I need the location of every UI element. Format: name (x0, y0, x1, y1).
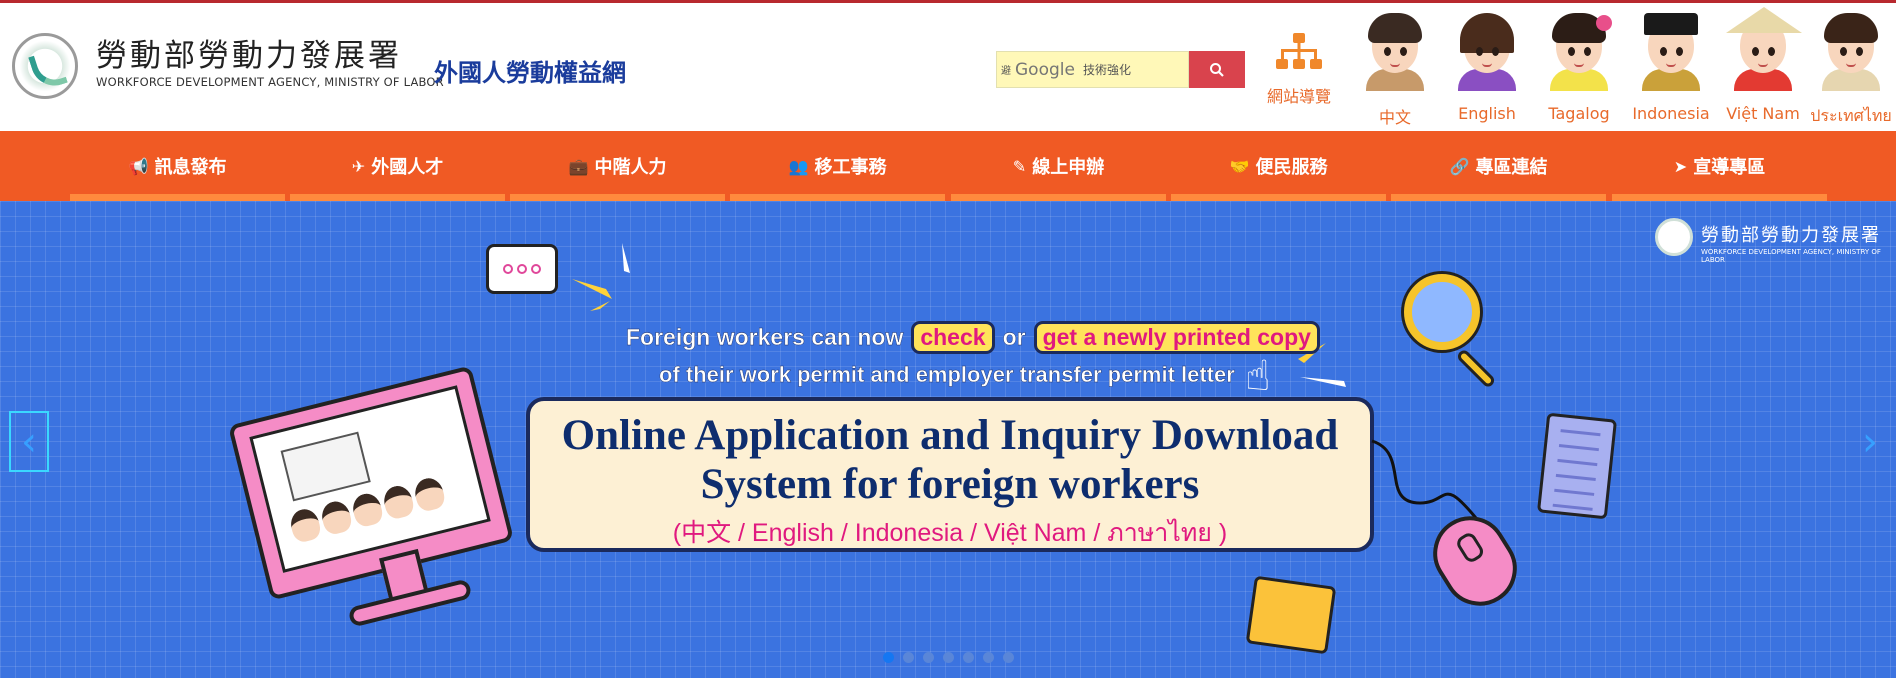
nav-item-label: 移工事務 (814, 157, 887, 178)
watermark-en: WORKFORCE DEVELOPMENT AGENCY, MINISTRY O… (1701, 248, 1881, 264)
lang-zh[interactable]: 中文 (1350, 7, 1440, 128)
users-icon: 👥 (788, 156, 809, 176)
nav-item-news[interactable]: 📢 訊息發布 (70, 131, 285, 201)
sitemap-label: 網站導覽 (1266, 87, 1331, 106)
site-title[interactable]: 外國人勞動權益網 (434, 53, 626, 88)
nav-item-label: 外國人才 (371, 157, 444, 178)
carousel-dot[interactable] (943, 652, 954, 663)
handshake-icon: 🤝 (1229, 156, 1250, 176)
carousel-dot[interactable] (983, 652, 994, 663)
nav-item-label: 專區連結 (1475, 157, 1548, 178)
banner-title-line2: System for foreign workers (700, 461, 1200, 508)
agency-logo[interactable] (12, 33, 78, 99)
sitemap-icon (1276, 33, 1322, 69)
site-header: 勞動部勞動力發展署 WORKFORCE DEVELOPMENT AGENCY, … (0, 3, 1896, 131)
folder-icon (1245, 575, 1337, 655)
carousel-dot[interactable] (963, 652, 974, 663)
banner-headline-line2: of their work permit and employer transf… (659, 362, 1235, 387)
headline-tag-copy: get a newly printed copy (1033, 321, 1320, 354)
nav-item-foreign-talent[interactable]: ✈ 外國人才 (290, 131, 505, 201)
avatar-zh-icon (1356, 7, 1434, 91)
carousel-dot[interactable] (923, 652, 934, 663)
lang-label: Indonesia (1632, 104, 1710, 123)
headline-tag-check: check (911, 321, 995, 354)
search-icon (1210, 62, 1224, 77)
nav-item-promotion[interactable]: ➤ 宣導專區 (1612, 131, 1827, 201)
nav-item-label: 中階人力 (594, 157, 667, 178)
send-icon: ➤ (1673, 156, 1688, 176)
headline-text: Foreign workers can now (626, 324, 904, 350)
nav-item-label: 訊息發布 (154, 157, 227, 178)
nav-item-online-apply[interactable]: ✎ 線上申辦 (951, 131, 1166, 201)
nav-item-label: 線上申辦 (1032, 157, 1105, 178)
nav-item-label: 便民服務 (1255, 157, 1328, 178)
chevron-left-icon: ‹ (21, 418, 37, 465)
carousel-next-button[interactable]: › (1850, 411, 1890, 472)
nav-item-label: 宣導專區 (1693, 157, 1766, 178)
carousel-prev-button[interactable]: ‹ (9, 411, 49, 472)
banner-title-line1: Online Application and Inquiry Download (561, 412, 1339, 459)
search-input[interactable]: 避 Google 技術強化 (997, 52, 1189, 87)
lang-tl[interactable]: Tagalog (1534, 7, 1624, 123)
search-box: 避 Google 技術強化 (996, 51, 1189, 88)
carousel-dot[interactable] (1003, 652, 1014, 663)
nav-item-links[interactable]: 🔗 專區連結 (1391, 131, 1606, 201)
search-prefix: 避 (1001, 66, 1011, 77)
banner-title: Online Application and Inquiry Download … (530, 411, 1370, 509)
lang-label: Tagalog (1548, 104, 1610, 123)
edit-icon: ✎ (1012, 156, 1027, 176)
pointing-hand-icon: ☝ (1245, 351, 1271, 400)
lang-label: ประเทศไทย (1810, 106, 1892, 125)
monitor-illustration (227, 365, 515, 601)
avatar-id-icon (1632, 7, 1710, 91)
carousel-dot[interactable] (883, 652, 894, 663)
lang-en[interactable]: English (1442, 7, 1532, 123)
avatar-th-icon (1812, 7, 1890, 91)
lang-label: 中文 (1378, 108, 1411, 127)
google-brand: Google (1015, 59, 1075, 80)
avatar-en-icon (1448, 7, 1526, 91)
banner-headline-line1: Foreign workers can now check or get a n… (626, 321, 1320, 354)
chevron-right-icon: › (1862, 418, 1878, 465)
link-icon: 🔗 (1449, 156, 1470, 176)
document-icon (1536, 412, 1618, 520)
briefcase-icon: 💼 (568, 156, 589, 176)
magnifier-icon (1404, 274, 1504, 390)
hero-banner[interactable]: 勞動部勞動力發展署 WORKFORCE DEVELOPMENT AGENCY, … (0, 201, 1896, 678)
speech-bubble-icon (486, 244, 558, 294)
megaphone-icon: 📢 (128, 156, 149, 176)
avatar-tl-icon (1540, 7, 1618, 91)
search-button[interactable] (1189, 51, 1245, 88)
lang-id[interactable]: Indonesia (1626, 7, 1716, 123)
agency-name[interactable]: 勞動部勞動力發展署 WORKFORCE DEVELOPMENT AGENCY, … (96, 39, 444, 89)
burst-icon (572, 243, 630, 311)
agency-name-zh: 勞動部勞動力發展署 (96, 38, 402, 74)
lang-label: English (1458, 104, 1516, 123)
headline-text: or (1002, 324, 1026, 350)
nav-item-intermediate[interactable]: 💼 中階人力 (510, 131, 725, 201)
watermark-zh: 勞動部勞動力發展署 (1701, 225, 1881, 246)
sitemap-link[interactable]: 網站導覽 (1264, 33, 1334, 107)
carousel-indicators (883, 652, 1014, 663)
main-nav: 📢 訊息發布 ✈ 外國人才 💼 中階人力 👥 移工事務 ✎ 線上申辦 🤝 便民服… (0, 131, 1896, 201)
nav-item-migrant-affairs[interactable]: 👥 移工事務 (730, 131, 945, 201)
lang-label: Việt Nam (1726, 104, 1800, 123)
carousel-dot[interactable] (903, 652, 914, 663)
banner-title-box: Online Application and Inquiry Download … (526, 397, 1374, 552)
banner-languages: (中文 / English / Indonesia / Việt Nam / ภ… (672, 519, 1228, 547)
agency-name-en: WORKFORCE DEVELOPMENT AGENCY, MINISTRY O… (96, 75, 444, 89)
banner-watermark: 勞動部勞動力發展署 WORKFORCE DEVELOPMENT AGENCY, … (1701, 221, 1896, 264)
lang-th[interactable]: ประเทศไทย (1806, 7, 1896, 129)
plane-icon: ✈ (351, 156, 366, 176)
search-placeholder: 技術強化 (1082, 63, 1131, 77)
lang-vi[interactable]: Việt Nam (1718, 7, 1808, 123)
avatar-vi-icon (1724, 7, 1802, 91)
banner-logo (1655, 218, 1693, 256)
nav-item-services[interactable]: 🤝 便民服務 (1171, 131, 1386, 201)
